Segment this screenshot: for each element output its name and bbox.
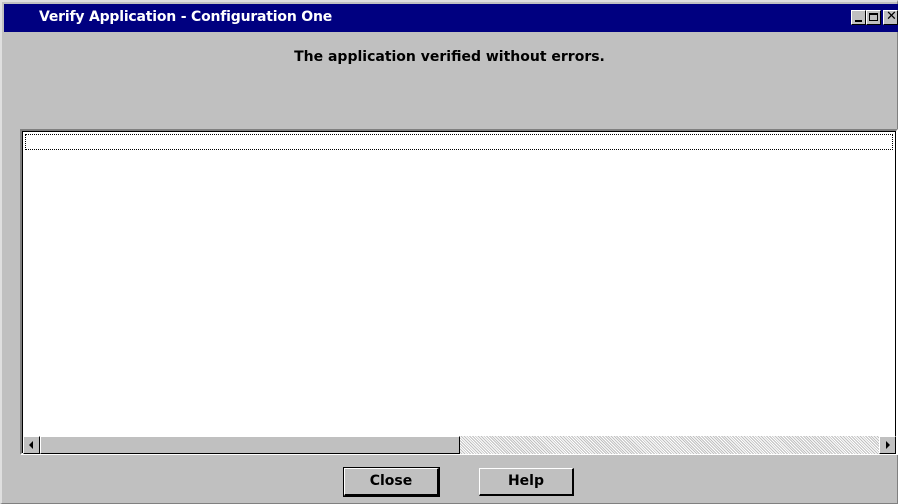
scroll-left-button[interactable]: [23, 436, 40, 454]
minimize-button[interactable]: [851, 10, 866, 25]
title-bar[interactable]: Verify Application - Configuration One ✕: [4, 4, 898, 32]
minimize-icon: [855, 20, 862, 22]
close-icon: ✕: [886, 9, 897, 24]
maximize-button[interactable]: [866, 10, 881, 25]
maximize-icon: [869, 13, 878, 21]
verify-application-window: Verify Application - Configuration One ✕…: [0, 0, 898, 504]
window-title: Verify Application - Configuration One: [39, 9, 333, 25]
scroll-right-button[interactable]: [879, 436, 896, 454]
help-button[interactable]: Help: [479, 468, 574, 496]
arrow-right-icon: [886, 441, 890, 449]
scrollbar-thumb[interactable]: [40, 436, 460, 454]
verification-message: The application verified without errors.: [294, 49, 605, 65]
arrow-left-icon: [29, 441, 33, 449]
horizontal-scrollbar[interactable]: [23, 436, 896, 454]
list-focus-row[interactable]: [25, 134, 893, 150]
close-button[interactable]: Close: [343, 467, 440, 497]
close-window-button[interactable]: ✕: [883, 9, 898, 25]
results-list[interactable]: [20, 129, 898, 455]
